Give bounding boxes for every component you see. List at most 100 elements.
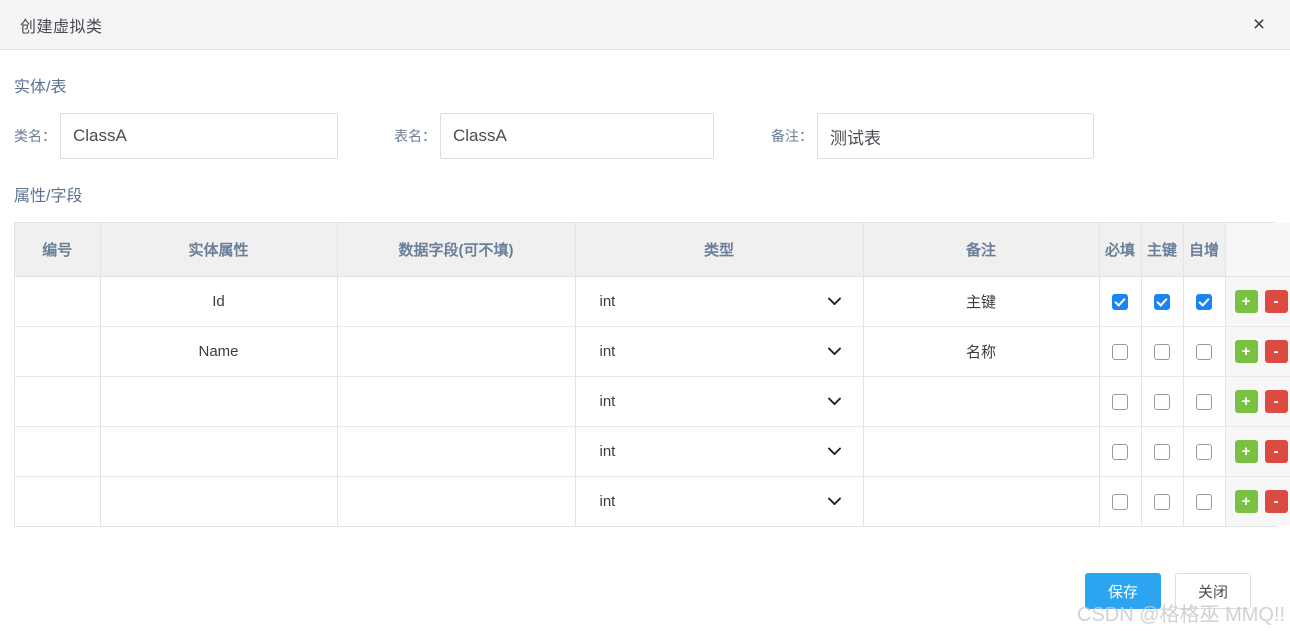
close-icon[interactable]: × bbox=[1246, 12, 1272, 38]
fields-section-title: 属性/字段 bbox=[14, 188, 83, 205]
add-row-button[interactable]: + bbox=[1234, 439, 1258, 463]
close-button[interactable]: 关闭 bbox=[1175, 573, 1251, 609]
fields-table-wrapper: 编号 实体属性 数据字段(可不填) 类型 备注 必填 主键 自增 Id int 主键… bbox=[14, 222, 1290, 527]
checkbox-primary-key[interactable] bbox=[1154, 393, 1170, 410]
remark-input-cell[interactable] bbox=[863, 426, 1100, 477]
table-header-row: 编号 实体属性 数据字段(可不填) 类型 备注 必填 主键 自增 bbox=[15, 223, 1290, 277]
attribute-input-cell[interactable] bbox=[100, 376, 338, 427]
checkbox-primary-key[interactable] bbox=[1154, 343, 1170, 360]
checkbox-required-cell bbox=[1099, 426, 1142, 477]
delete-row-button[interactable]: - bbox=[1264, 339, 1288, 363]
row-actions: + - bbox=[1226, 389, 1290, 413]
checkbox-required[interactable] bbox=[1112, 443, 1128, 460]
cell-no bbox=[15, 276, 101, 327]
save-button[interactable]: 保存 bbox=[1085, 573, 1161, 609]
checkbox-primary-key-cell bbox=[1141, 426, 1184, 477]
type-select[interactable]: int bbox=[576, 427, 863, 476]
type-select-cell: int bbox=[575, 476, 864, 526]
checkbox-required-cell bbox=[1099, 476, 1142, 526]
row-actions-cell: + - bbox=[1225, 326, 1290, 377]
attribute-input-cell[interactable] bbox=[100, 426, 338, 477]
data-field-input-cell[interactable] bbox=[337, 426, 576, 477]
row-actions-cell: + - bbox=[1225, 476, 1290, 526]
checkbox-required[interactable] bbox=[1112, 343, 1128, 360]
checkbox-auto-increment-cell bbox=[1183, 376, 1226, 427]
row-actions-cell: + - bbox=[1225, 376, 1290, 427]
entity-form-row: 类名： 表名： 备注： bbox=[14, 113, 1276, 159]
row-actions: + - bbox=[1226, 489, 1290, 513]
column-header-data-field: 数据字段(可不填) bbox=[337, 223, 576, 277]
column-header-remark: 备注 bbox=[863, 223, 1100, 277]
row-actions: + - bbox=[1226, 339, 1290, 363]
data-field-input-cell[interactable] bbox=[337, 376, 576, 427]
add-row-button[interactable]: + bbox=[1234, 389, 1258, 413]
checkbox-primary-key-cell bbox=[1141, 276, 1184, 327]
table-row: int + - bbox=[15, 376, 1290, 427]
remark-label: 备注： bbox=[771, 128, 813, 144]
add-row-button[interactable]: + bbox=[1234, 289, 1258, 313]
checkbox-auto-increment[interactable] bbox=[1196, 493, 1212, 510]
remark-input-cell[interactable] bbox=[863, 376, 1100, 427]
table-row: int + - bbox=[15, 426, 1290, 477]
delete-row-button[interactable]: - bbox=[1264, 439, 1288, 463]
row-actions: + - bbox=[1226, 289, 1290, 313]
column-header-type: 类型 bbox=[575, 223, 864, 277]
checkbox-required[interactable] bbox=[1112, 493, 1128, 510]
attribute-input-cell[interactable]: Id bbox=[100, 276, 338, 327]
dialog-title: 创建虚拟类 bbox=[20, 18, 103, 36]
column-header-primary-key: 主键 bbox=[1141, 223, 1184, 277]
remark-input-cell[interactable]: 名称 bbox=[863, 326, 1100, 377]
checkbox-auto-increment[interactable] bbox=[1196, 393, 1212, 410]
checkbox-auto-increment[interactable] bbox=[1196, 443, 1212, 460]
delete-row-button[interactable]: - bbox=[1264, 289, 1288, 313]
add-row-button[interactable]: + bbox=[1234, 489, 1258, 513]
cell-no bbox=[15, 326, 101, 377]
class-name-input[interactable] bbox=[60, 113, 338, 159]
column-header-required: 必填 bbox=[1099, 223, 1142, 277]
dialog-body: 实体/表 类名： 表名： 备注： 属性/字段 编号 实体属性 数据字段(可不填)… bbox=[0, 73, 1290, 609]
row-actions: + - bbox=[1226, 439, 1290, 463]
attribute-input-cell[interactable]: Name bbox=[100, 326, 338, 377]
type-select[interactable]: int bbox=[576, 327, 863, 376]
checkbox-required[interactable] bbox=[1112, 393, 1128, 410]
cell-no bbox=[15, 426, 101, 477]
type-select[interactable]: int bbox=[576, 477, 863, 526]
remark-input-cell[interactable]: 主键 bbox=[863, 276, 1100, 327]
attribute-input-cell[interactable] bbox=[100, 476, 338, 526]
data-field-input-cell[interactable] bbox=[337, 476, 576, 526]
data-field-input-cell[interactable] bbox=[337, 326, 576, 377]
checkbox-primary-key[interactable] bbox=[1154, 493, 1170, 510]
delete-row-button[interactable]: - bbox=[1264, 389, 1288, 413]
fields-table-head: 编号 实体属性 数据字段(可不填) 类型 备注 必填 主键 自增 bbox=[15, 223, 1290, 277]
type-select-cell: int bbox=[575, 376, 864, 427]
table-row: int + - bbox=[15, 476, 1290, 526]
add-row-button[interactable]: + bbox=[1234, 339, 1258, 363]
checkbox-required-cell bbox=[1099, 276, 1142, 327]
checkbox-primary-key[interactable] bbox=[1154, 293, 1170, 310]
data-field-input-cell[interactable] bbox=[337, 276, 576, 327]
column-header-actions bbox=[1225, 223, 1290, 277]
checkbox-auto-increment-cell bbox=[1183, 276, 1226, 327]
type-select[interactable]: int bbox=[576, 377, 863, 426]
checkbox-auto-increment-cell bbox=[1183, 476, 1226, 526]
remark-input-cell[interactable] bbox=[863, 476, 1100, 526]
remark-input[interactable] bbox=[817, 113, 1094, 159]
column-header-attribute: 实体属性 bbox=[100, 223, 338, 277]
row-actions-cell: + - bbox=[1225, 276, 1290, 327]
column-header-auto-increment: 自增 bbox=[1183, 223, 1226, 277]
delete-row-button[interactable]: - bbox=[1264, 489, 1288, 513]
type-select-cell: int bbox=[575, 326, 864, 377]
checkbox-primary-key[interactable] bbox=[1154, 443, 1170, 460]
checkbox-auto-increment[interactable] bbox=[1196, 343, 1212, 360]
checkbox-required-cell bbox=[1099, 376, 1142, 427]
table-row: Id int 主键 + - bbox=[15, 276, 1290, 327]
cell-no bbox=[15, 476, 101, 526]
checkbox-auto-increment[interactable] bbox=[1196, 293, 1212, 310]
table-name-input[interactable] bbox=[440, 113, 714, 159]
class-name-label: 类名： bbox=[14, 128, 56, 144]
table-row: Name int 名称 + - bbox=[15, 326, 1290, 377]
type-select[interactable]: int bbox=[576, 277, 863, 326]
row-actions-cell: + - bbox=[1225, 426, 1290, 477]
checkbox-required-cell bbox=[1099, 326, 1142, 377]
checkbox-required[interactable] bbox=[1112, 293, 1128, 310]
